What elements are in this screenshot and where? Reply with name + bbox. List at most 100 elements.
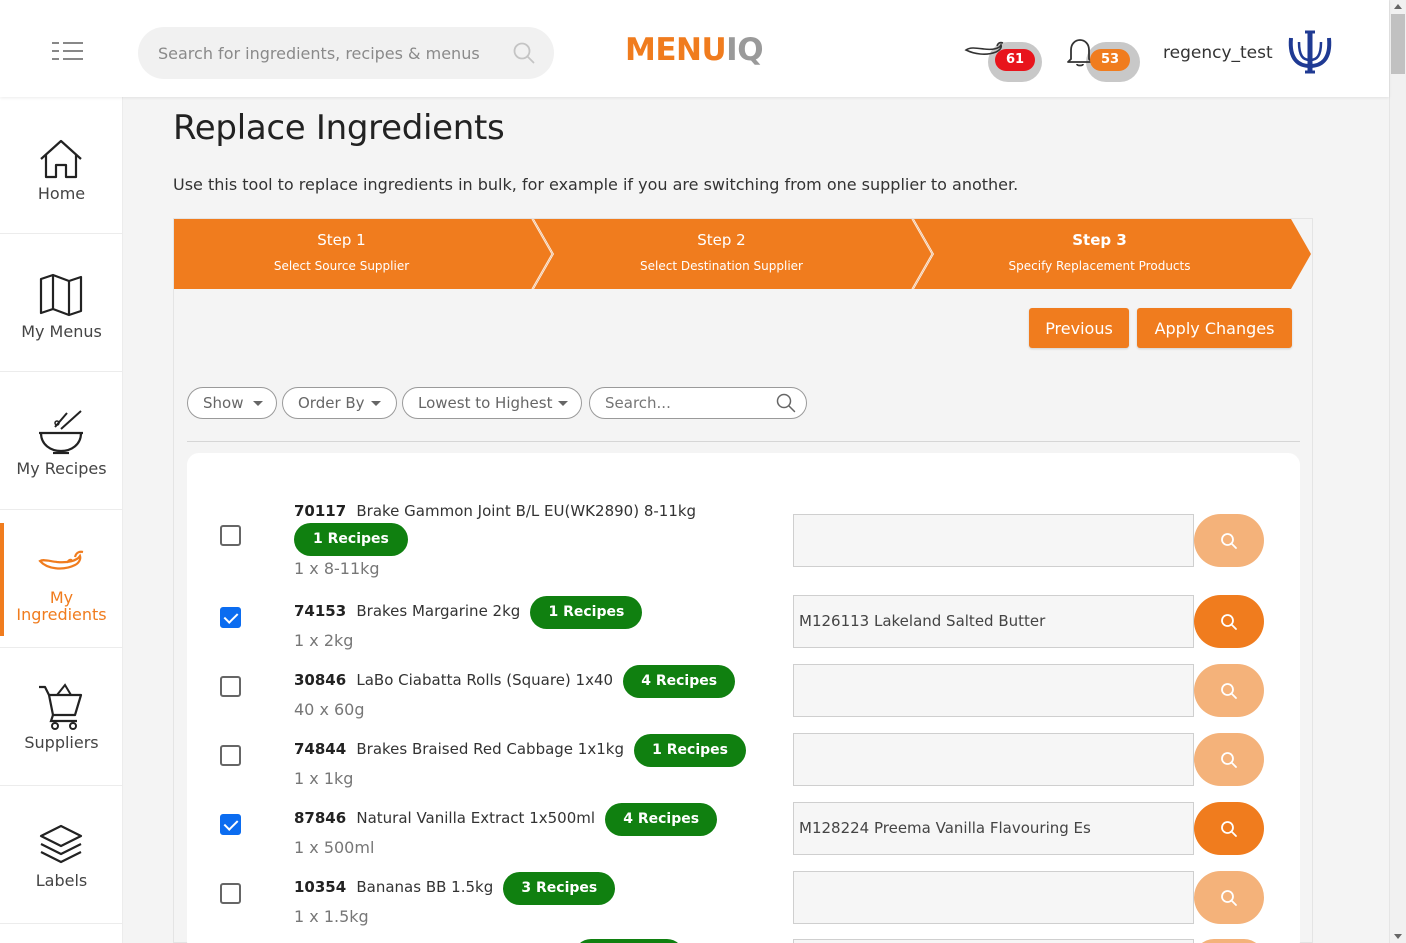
ingredient-code: 30846 xyxy=(294,671,347,689)
search-icon[interactable] xyxy=(512,41,536,65)
chevron-down-icon xyxy=(253,401,263,406)
sidebar-item-my-recipes[interactable]: My Recipes xyxy=(0,373,123,510)
replacement-product-field[interactable]: M128224 Preema Vanilla Flavouring Es xyxy=(793,802,1194,855)
main-content: Replace Ingredients Use this tool to rep… xyxy=(123,97,1389,943)
search-icon xyxy=(1221,821,1237,837)
order-by-dropdown-label: Order By xyxy=(298,394,365,412)
page-scrollbar[interactable] xyxy=(1389,0,1406,943)
recipes-count-badge[interactable]: 1 Recipes xyxy=(634,734,746,767)
recipes-count-badge[interactable]: 1 Recipes xyxy=(530,596,643,629)
recipes-count-badge-partial xyxy=(574,939,684,943)
pack-size: 40 x 60g xyxy=(294,700,365,719)
find-replacement-button-partial xyxy=(1194,939,1264,943)
row-checkbox[interactable] xyxy=(220,745,241,766)
ingredient-title: 74844 Brakes Braised Red Cabbage 1x1kg 1… xyxy=(294,732,746,767)
replacement-product-field[interactable]: M126113 Lakeland Salted Butter xyxy=(793,595,1194,648)
ingredient-title: 30846 LaBo Ciabatta Rolls (Square) 1x40 … xyxy=(294,663,736,698)
logo-text-iq: IQ xyxy=(726,32,764,68)
order-by-dropdown[interactable]: Order By xyxy=(282,387,397,419)
recipes-count-badge[interactable]: 1 Recipes xyxy=(294,523,408,556)
global-search-input[interactable] xyxy=(158,27,498,79)
chilli-count-badge: 61 xyxy=(995,49,1035,71)
step-subtitle: Select Source Supplier xyxy=(273,259,410,273)
scroll-up-icon[interactable] xyxy=(1394,4,1402,9)
step-1[interactable]: Step 1 Select Source Supplier xyxy=(174,219,509,289)
search-icon xyxy=(1221,890,1237,906)
pack-size: 1 x 1.5kg xyxy=(294,907,369,926)
sidebar-item-my-ingredients[interactable]: My Ingredients xyxy=(0,511,123,648)
sidebar-item-label-line2: Ingredients xyxy=(16,605,107,624)
find-replacement-button[interactable] xyxy=(1194,802,1264,855)
sort-direction-label: Lowest to Highest xyxy=(418,394,553,412)
sidebar-item-label: Labels xyxy=(35,871,88,890)
app-logo[interactable]: MENUIQ xyxy=(625,32,764,68)
chevron-down-icon xyxy=(371,401,381,406)
step-2[interactable]: Step 2 Select Destination Supplier xyxy=(554,219,889,289)
find-replacement-button[interactable] xyxy=(1194,664,1264,717)
sidebar-item-label: My Recipes xyxy=(16,459,107,478)
list-search xyxy=(589,387,807,419)
replacement-product-field[interactable] xyxy=(793,514,1194,567)
search-icon xyxy=(1221,533,1237,549)
apply-changes-button[interactable]: Apply Changes xyxy=(1137,308,1292,348)
sidebar-item-label: Suppliers xyxy=(24,733,99,752)
table-row: 74153 Brakes Margarine 2kg 1 Recipes 1 x… xyxy=(187,594,1300,663)
search-icon[interactable] xyxy=(776,393,796,413)
search-icon xyxy=(1221,614,1237,630)
sidebar-item-home[interactable]: Home xyxy=(0,97,123,234)
scrollbar-thumb[interactable] xyxy=(1391,14,1405,74)
row-checkbox[interactable] xyxy=(220,676,241,697)
find-replacement-button[interactable] xyxy=(1194,871,1264,924)
ingredient-name: LaBo Ciabatta Rolls (Square) 1x40 xyxy=(356,671,614,689)
global-search xyxy=(138,27,554,79)
row-checkbox[interactable] xyxy=(220,814,241,835)
sidebar-item-labels[interactable]: Labels xyxy=(0,787,123,924)
ingredient-name: Brake Gammon Joint B/L EU(WK2890) 8-11kg xyxy=(356,502,697,520)
pack-size: 1 x 8-11kg xyxy=(294,559,380,578)
show-dropdown[interactable]: Show xyxy=(187,387,277,419)
table-row: 87846 Natural Vanilla Extract 1x500ml 4 … xyxy=(187,801,1300,870)
bell-count-badge: 53 xyxy=(1090,49,1130,71)
replacement-product-field[interactable] xyxy=(793,733,1194,786)
ingredient-name: Brakes Braised Red Cabbage 1x1kg xyxy=(356,740,624,758)
recipes-count-badge[interactable]: 4 Recipes xyxy=(605,803,718,836)
chilli-notification[interactable]: 61 xyxy=(964,36,1044,82)
table-row: 10354 Bananas BB 1.5kg 3 Recipes 1 x 1.5… xyxy=(187,870,1300,939)
ingredient-code: 10354 xyxy=(294,878,347,896)
find-replacement-button[interactable] xyxy=(1194,733,1264,786)
find-replacement-button[interactable] xyxy=(1194,514,1264,567)
ingredient-title: 74153 Brakes Margarine 2kg 1 Recipes xyxy=(294,594,643,629)
search-icon xyxy=(1221,752,1237,768)
recipes-count-badge[interactable]: 4 Recipes xyxy=(623,665,736,698)
page-title: Replace Ingredients xyxy=(173,108,505,148)
step-title: Step 3 xyxy=(1072,231,1127,249)
bell-notification[interactable]: 53 xyxy=(1066,36,1146,82)
list-search-input[interactable] xyxy=(605,394,775,412)
row-checkbox[interactable] xyxy=(220,883,241,904)
step-3[interactable]: Step 3 Specify Replacement Products xyxy=(932,219,1267,289)
sort-direction-dropdown[interactable]: Lowest to Highest xyxy=(402,387,582,419)
ingredients-list: 70117 Brake Gammon Joint B/L EU(WK2890) … xyxy=(187,453,1300,943)
find-replacement-button[interactable] xyxy=(1194,595,1264,648)
recipes-count-badge[interactable]: 3 Recipes xyxy=(503,872,616,905)
ingredient-title: 70117 Brake Gammon Joint B/L EU(WK2890) … xyxy=(294,501,696,520)
sidebar-item-suppliers[interactable]: Suppliers xyxy=(0,649,123,786)
ingredient-name: Brakes Margarine 2kg xyxy=(356,602,521,620)
pack-size: 1 x 1kg xyxy=(294,769,354,788)
organisation-logo-icon xyxy=(1288,30,1332,74)
scroll-down-icon[interactable] xyxy=(1394,934,1402,939)
chevron-down-icon xyxy=(558,401,568,406)
previous-button[interactable]: Previous xyxy=(1029,308,1129,348)
replacement-product-field[interactable] xyxy=(793,664,1194,717)
show-dropdown-label: Show xyxy=(203,394,244,412)
replacement-product-field[interactable] xyxy=(793,871,1194,924)
menu-toggle-icon[interactable] xyxy=(52,40,84,62)
row-checkbox[interactable] xyxy=(220,525,241,546)
username[interactable]: regency_test xyxy=(1163,43,1273,63)
ingredient-title: 87846 Natural Vanilla Extract 1x500ml 4 … xyxy=(294,801,718,836)
row-checkbox[interactable] xyxy=(220,607,241,628)
ingredient-title: 10354 Bananas BB 1.5kg 3 Recipes xyxy=(294,870,616,905)
replace-wizard-card: Step 1 Select Source Supplier Step 2 Sel… xyxy=(173,218,1313,943)
pack-size: 1 x 500ml xyxy=(294,838,375,857)
sidebar-item-my-menus[interactable]: My Menus xyxy=(0,235,123,372)
